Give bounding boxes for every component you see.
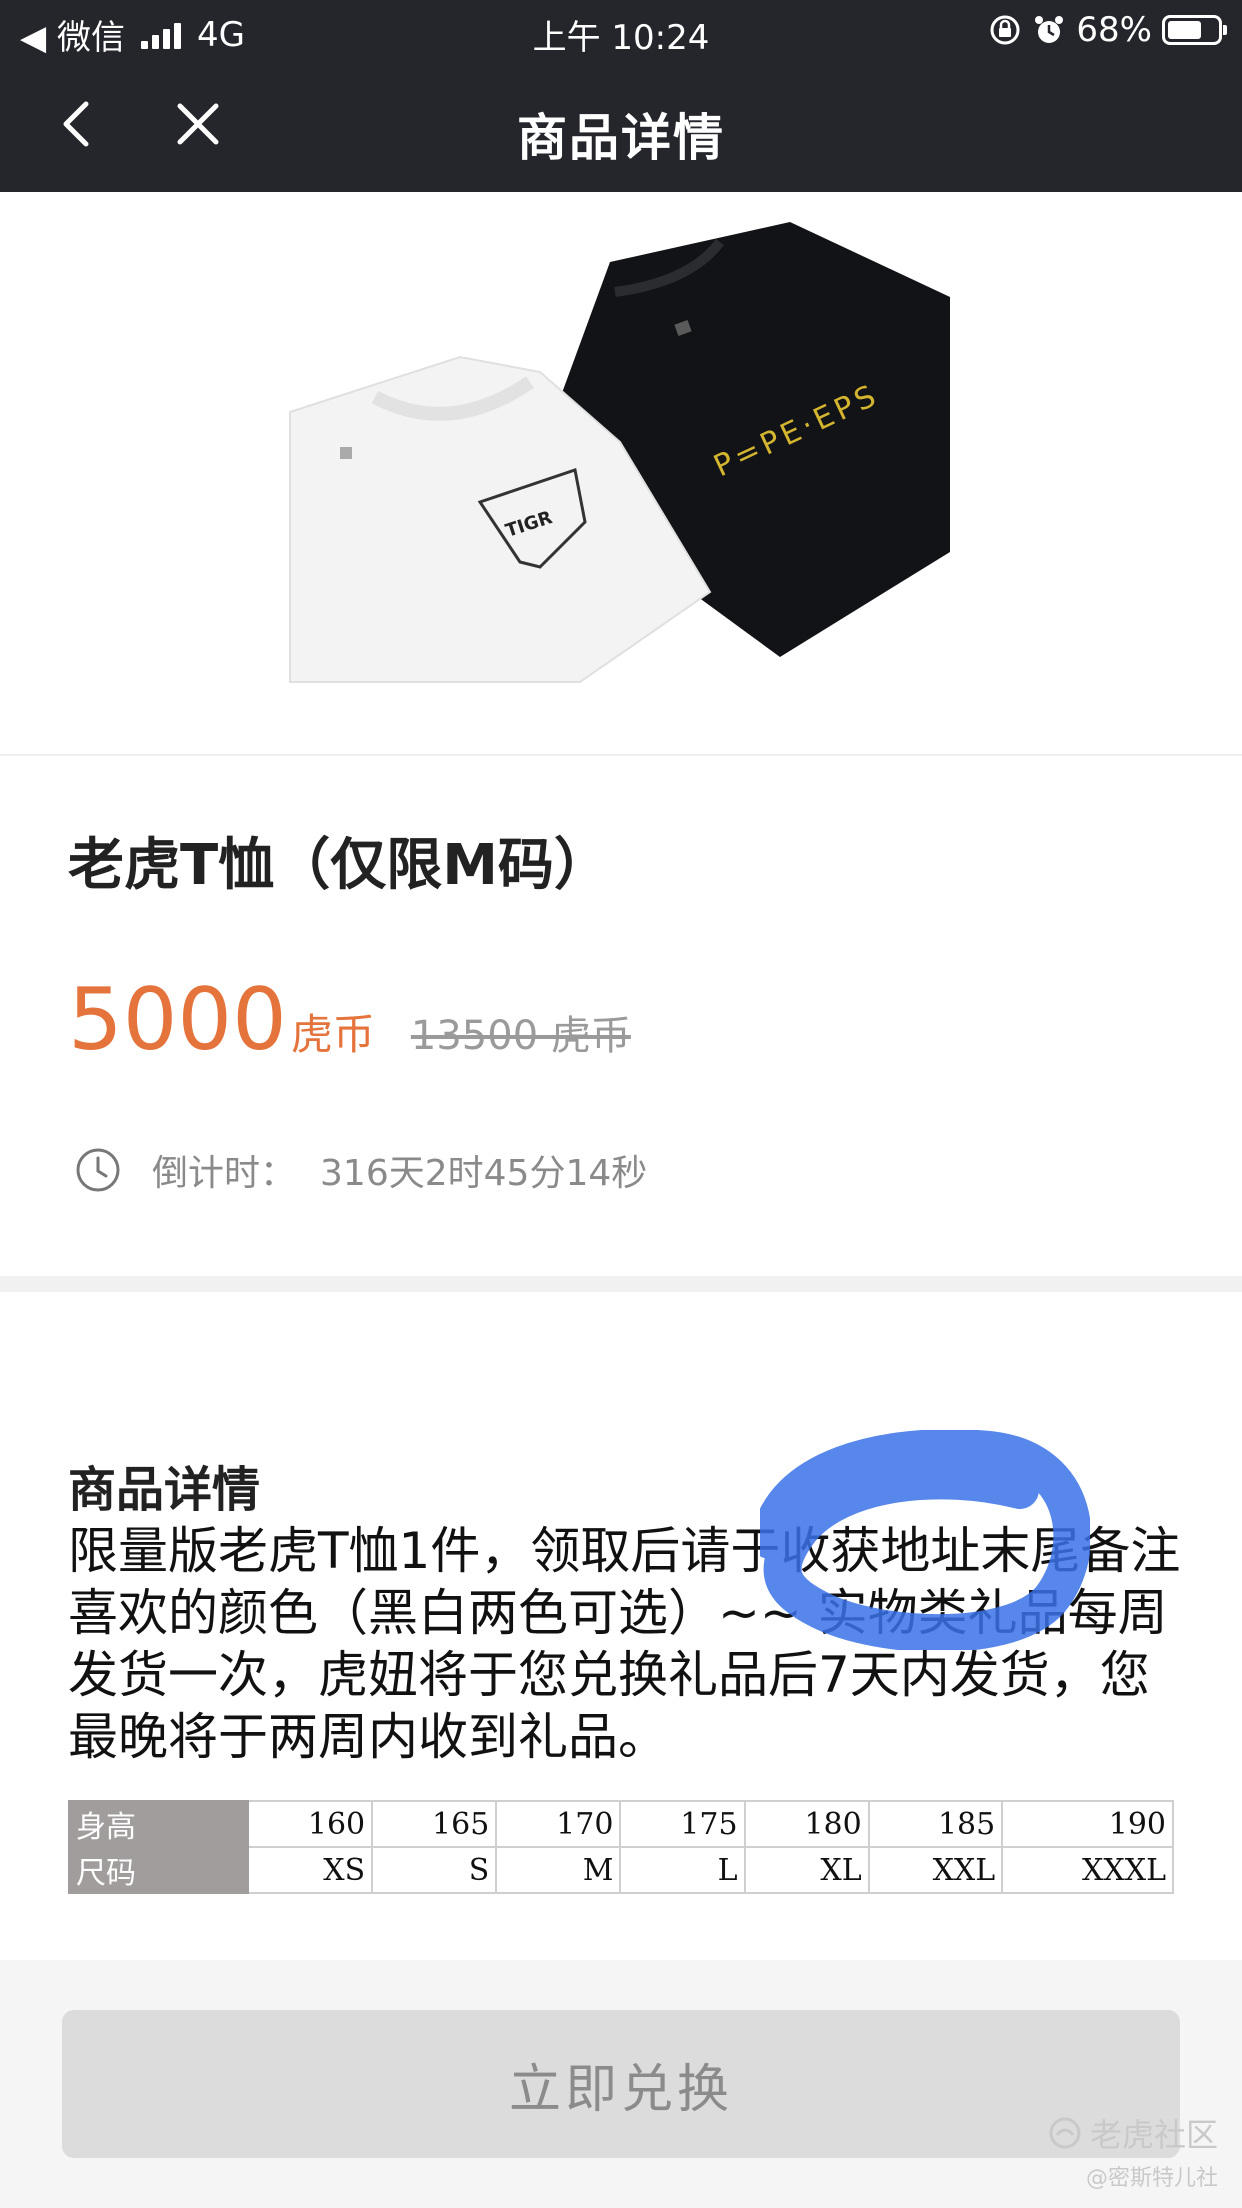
original-price: 13500 虎币 xyxy=(410,1013,631,1059)
size-table-cell: XL xyxy=(743,1846,870,1894)
tiger-logo-icon xyxy=(1049,2117,1081,2149)
price-value: 5000 xyxy=(68,970,287,1070)
highlight-scribble xyxy=(760,1430,1090,1650)
details-title: 商品详情 xyxy=(68,1462,261,1518)
countdown: 倒计时： 316天2时45分14秒 xyxy=(74,1144,647,1196)
size-table-cell: 165 xyxy=(371,1800,498,1848)
size-table-cell: 185 xyxy=(867,1800,1004,1848)
size-table-label: 尺码 xyxy=(68,1846,249,1894)
redeem-button[interactable]: 立即兑换 xyxy=(62,2010,1180,2158)
size-table-cell: XXXL xyxy=(1001,1846,1174,1894)
size-table-row: 尺码 XS S M L XL XXL XXXL xyxy=(68,1846,1174,1894)
size-table-cell: 160 xyxy=(246,1800,374,1848)
watermark-brand: 老虎社区 xyxy=(1048,2110,1218,2156)
price-row: 5000 虎币 13500 虎币 xyxy=(68,970,631,1070)
watermark-sub: @密斯特儿社 xyxy=(1085,2166,1218,2191)
product-name: 老虎T恤（仅限M码） xyxy=(68,833,610,898)
size-table-cell: 180 xyxy=(743,1800,870,1848)
bottom-bar: 立即兑换 老虎社区 @密斯特儿社 xyxy=(0,1960,1242,2208)
watermark-brand-text: 老虎社区 xyxy=(1089,2116,1218,2154)
countdown-label: 倒计时： xyxy=(152,1153,297,1194)
nav-bar: 商品详情 xyxy=(0,62,1242,192)
tshirt-illustration: P=PE·EPS TIGR xyxy=(289,222,950,683)
price-unit: 虎币 xyxy=(290,1010,375,1059)
clock-icon xyxy=(76,1148,120,1192)
size-table-cell: M xyxy=(495,1846,622,1894)
status-bar: ◀ 微信 4G 上午 10:24 68% xyxy=(0,0,1242,62)
size-table-cell: 170 xyxy=(495,1800,622,1848)
size-table-label: 身高 xyxy=(68,1800,249,1848)
lock-rotation-icon xyxy=(990,15,1020,45)
countdown-value: 316天2时45分14秒 xyxy=(320,1153,648,1194)
battery-icon xyxy=(1162,15,1227,45)
top-bar: ◀ 微信 4G 上午 10:24 68% 商品详情 xyxy=(0,0,1242,192)
size-table-cell: 175 xyxy=(619,1800,746,1848)
section-divider xyxy=(0,1276,1242,1292)
product-image: P=PE·EPS TIGR xyxy=(0,192,1242,756)
page-title: 商品详情 xyxy=(517,109,725,167)
size-table-cell: 190 xyxy=(1001,1800,1174,1848)
battery-percent: 68% xyxy=(1076,10,1152,50)
size-table-cell: S xyxy=(371,1846,498,1894)
size-table-row: 身高 160 165 170 175 180 185 190 xyxy=(68,1800,1174,1848)
size-table: 身高 160 165 170 175 180 185 190 尺码 XS S M L XL XXL XXXL xyxy=(68,1800,1174,1894)
size-table-cell: XXL xyxy=(867,1846,1004,1894)
size-table-cell: L xyxy=(619,1846,746,1894)
alarm-icon xyxy=(1035,16,1064,43)
size-table-cell: XS xyxy=(246,1846,374,1894)
